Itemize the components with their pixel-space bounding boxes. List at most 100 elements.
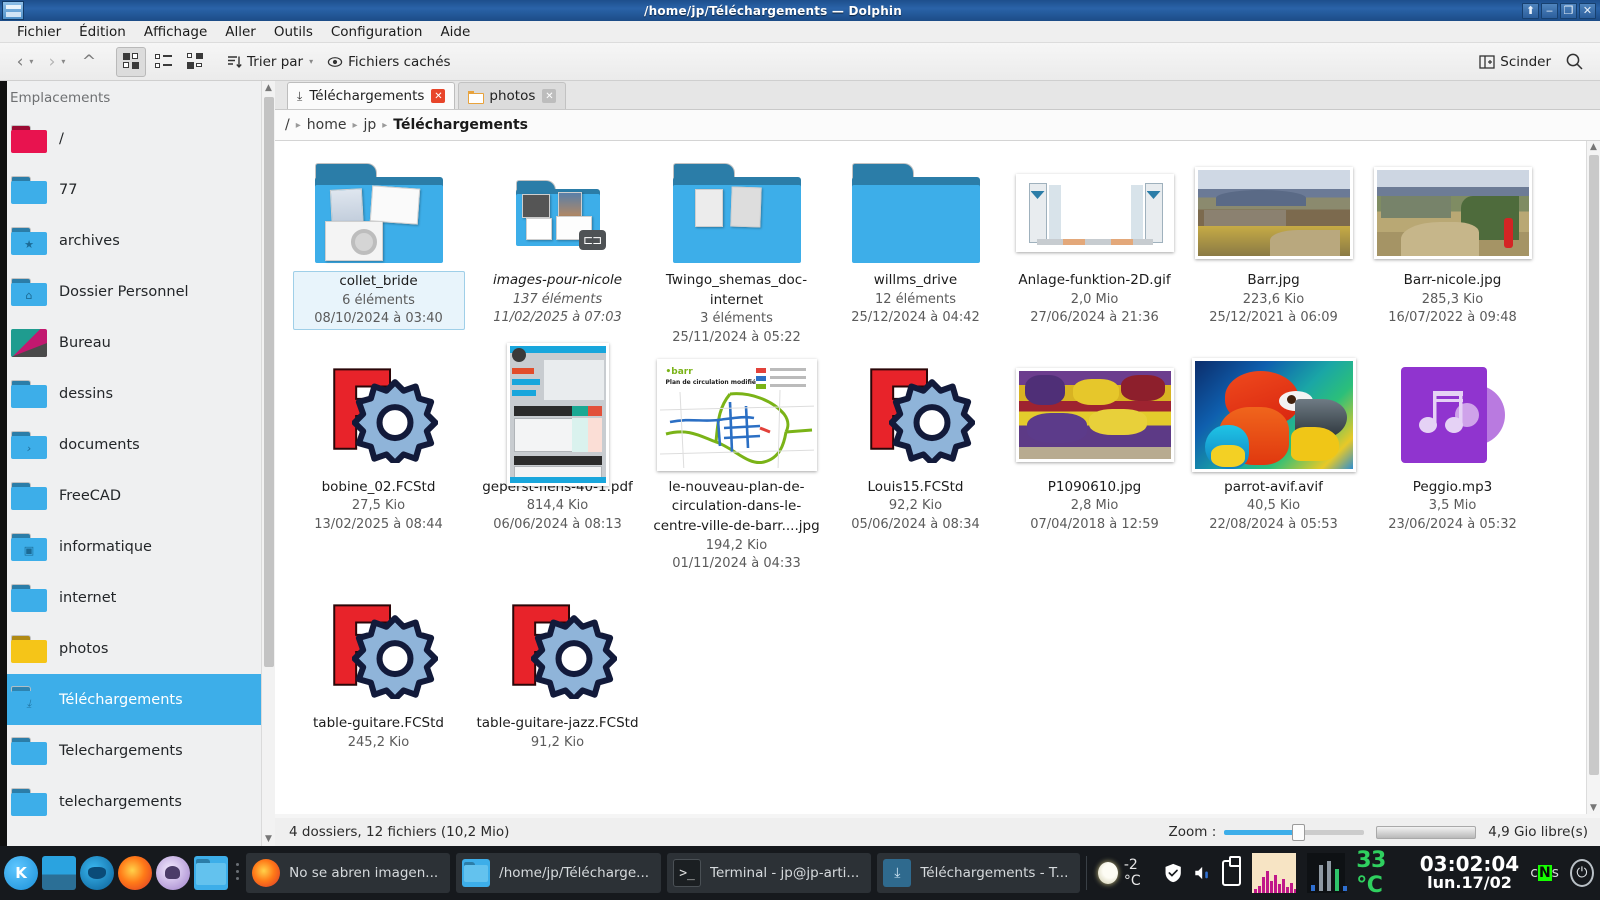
view-compact-button[interactable] [148,47,178,77]
task-button-terminal[interactable]: Terminal - jp@jp-arti... [667,853,872,893]
weather-temperature: -2 °C [1123,857,1141,889]
file-item[interactable]: parrot-avif.avif 40,5 Kio 22/08/2024 à 0… [1184,348,1363,574]
file-item[interactable]: F table-guitare-jazz.FCStd 91,2 Kio [468,574,647,752]
maximize-button[interactable]: ❐ [1560,2,1577,19]
file-item[interactable]: Peggio.mp3 3,5 Mio 23/06/2024 à 05:32 [1363,348,1542,574]
scroll-up-icon[interactable]: ▲ [265,83,272,93]
thunderbird-icon[interactable] [80,856,114,890]
back-button[interactable]: ‹ ▾ [10,47,40,77]
tab-photos[interactable]: photos ✕ [458,82,567,109]
file-name: Anlage-funktion-2D.gif [1018,272,1171,288]
file-name: images-pour-nicole [492,272,623,288]
view-details-button[interactable] [180,47,210,77]
menu-aide[interactable]: Aide [431,22,479,42]
sidebar-item-root[interactable]: / [0,113,275,164]
tab-close-icon[interactable]: ✕ [431,89,446,103]
file-item[interactable]: willms_drive 12 éléments 25/12/2024 à 04… [826,151,1005,348]
file-item[interactable]: F Louis15.FCStd 92,2 Kio 05/06/2024 à 08… [826,348,1005,574]
speaker-icon[interactable] [1193,862,1211,884]
up-button[interactable]: ^ [74,47,104,77]
sort-by-button[interactable]: Trier par ▾ [220,47,319,77]
weather-widget[interactable]: -2 °C [1098,857,1152,889]
firefox-icon[interactable] [118,856,152,890]
file-item[interactable]: Barr-nicole.jpg 285,3 Kio 16/07/2022 à 0… [1363,151,1542,348]
sidebar-item-label: FreeCAD [59,487,121,504]
sidebar-item-dessins[interactable]: dessins [0,368,275,419]
sidebar-scrollbar[interactable]: ▲ ▼ [261,81,275,846]
sidebar-item-telechargements-3[interactable]: telechargements [0,776,275,827]
clock-widget[interactable]: 03:02:04 lun.17/02 [1420,854,1520,892]
kde-menu-icon[interactable] [4,856,38,890]
scroll-down-icon[interactable]: ▼ [1590,803,1597,813]
sidebar-item-photos[interactable]: photos [0,623,275,674]
cpu-graph[interactable] [1306,853,1347,893]
scrollbar-thumb[interactable] [1589,155,1599,775]
sidebar-item-telechargements-2[interactable]: Telechargements [0,725,275,776]
file-item[interactable]: F table-guitare.FCStd 245,2 Kio [289,574,468,752]
file-item[interactable]: •barr Plan de circulation modifié le-nou… [647,348,826,574]
folder-blue-icon [11,583,47,612]
file-item[interactable]: Anlage-funktion-2D.gif 2,0 Mio 27/06/202… [1005,151,1184,348]
taskbar-grip[interactable] [234,860,240,886]
free-space-bar [1376,825,1477,839]
file-item[interactable]: collet_bride 6 éléments 08/10/2024 à 03:… [289,151,468,348]
sidebar-item-archives[interactable]: ★ archives [0,215,275,266]
menu-aller[interactable]: Aller [216,22,265,42]
menu-configuration[interactable]: Configuration [322,22,432,42]
dolphin-folder-icon[interactable] [194,856,228,890]
sidebar-item-documents[interactable]: › documents [0,419,275,470]
hidden-files-button[interactable]: Fichiers cachés [321,47,456,77]
sidebar-item-internet[interactable]: internet [0,572,275,623]
keep-above-button[interactable]: ⬆ [1522,2,1539,19]
file-meta-date: 08/10/2024 à 03:40 [314,311,443,327]
scrollbar-thumb[interactable] [264,97,274,667]
file-item[interactable]: geperst-flens-40-1.pdf 814,4 Kio 06/06/2… [468,343,647,574]
file-view-scrollbar[interactable]: ▲ ▼ [1586,141,1600,814]
minimize-button[interactable]: ‒ [1541,2,1558,19]
menu-affichage[interactable]: Affichage [135,22,216,42]
file-item[interactable]: Twingo_shemas_doc-internet 3 éléments 25… [647,151,826,348]
tab-telechargements[interactable]: ⤓ Téléchargements ✕ [287,82,456,109]
sidebar-item-home[interactable]: ⌂ Dossier Personnel [0,266,275,317]
app-blue-icon[interactable] [42,856,76,890]
logout-icon[interactable]: ⏻ [1569,859,1594,887]
view-icons-button[interactable] [116,46,146,77]
breadcrumb-jp[interactable]: jp [363,117,376,133]
sidebar-item-informatique[interactable]: ▣ informatique [0,521,275,572]
task-button-dolphin-1[interactable]: /home/jp/Télécharge... [456,853,662,893]
menu-outils[interactable]: Outils [265,22,322,42]
search-button[interactable] [1559,47,1590,77]
sidebar-item-label: archives [59,232,120,249]
tab-close-icon[interactable]: ✕ [542,89,557,103]
image-landscape2-thumbnail [1373,167,1532,259]
sidebar-item-77[interactable]: 77 [0,164,275,215]
breadcrumb-current[interactable]: Téléchargements [393,117,528,133]
sidebar-item-bureau[interactable]: Bureau [0,317,275,368]
zoom-slider-handle[interactable] [1292,824,1306,841]
menu-edition[interactable]: Édition [70,22,135,42]
file-item[interactable]: F bobine_02.FCStd 27,5 Kio 13/02/2025 à … [289,348,468,574]
task-button-firefox[interactable]: No se abren imagen... [246,853,451,893]
shield-icon[interactable] [1164,861,1182,885]
scroll-up-icon[interactable]: ▲ [1590,142,1597,152]
clipboard-icon[interactable] [1222,856,1242,886]
split-view-button[interactable]: Scinder [1473,47,1557,77]
file-item[interactable]: ⊏⊐ images-pour-nicole 137 éléments 11/02… [468,151,647,348]
file-item[interactable]: Barr.jpg 223,6 Kio 25/12/2021 à 06:09 [1184,151,1363,348]
breadcrumb-root[interactable]: / [285,117,290,133]
sidebar-item-freecad[interactable]: FreeCAD [0,470,275,521]
network-graph[interactable] [1252,853,1296,893]
file-item[interactable]: P1090610.jpg 2,8 Mio 07/04/2018 à 12:59 [1005,348,1184,574]
close-button[interactable]: ✕ [1579,2,1596,19]
window-menu-icon[interactable] [2,1,24,20]
sidebar-item-telechargements[interactable]: ⤓ Téléchargements [0,674,275,725]
breadcrumb-home[interactable]: home [307,117,347,133]
forward-button[interactable]: › ▾ [42,47,72,77]
menu-fichier[interactable]: Fichier [8,22,70,42]
keyboard-layout-indicator[interactable]: cNs [1530,865,1559,881]
zoom-slider[interactable] [1224,824,1365,841]
file-thumbnail [1015,159,1174,267]
falkon-icon[interactable] [156,856,190,890]
task-button-dolphin-2[interactable]: Téléchargements - T... [877,853,1081,893]
scroll-down-icon[interactable]: ▼ [265,834,272,844]
